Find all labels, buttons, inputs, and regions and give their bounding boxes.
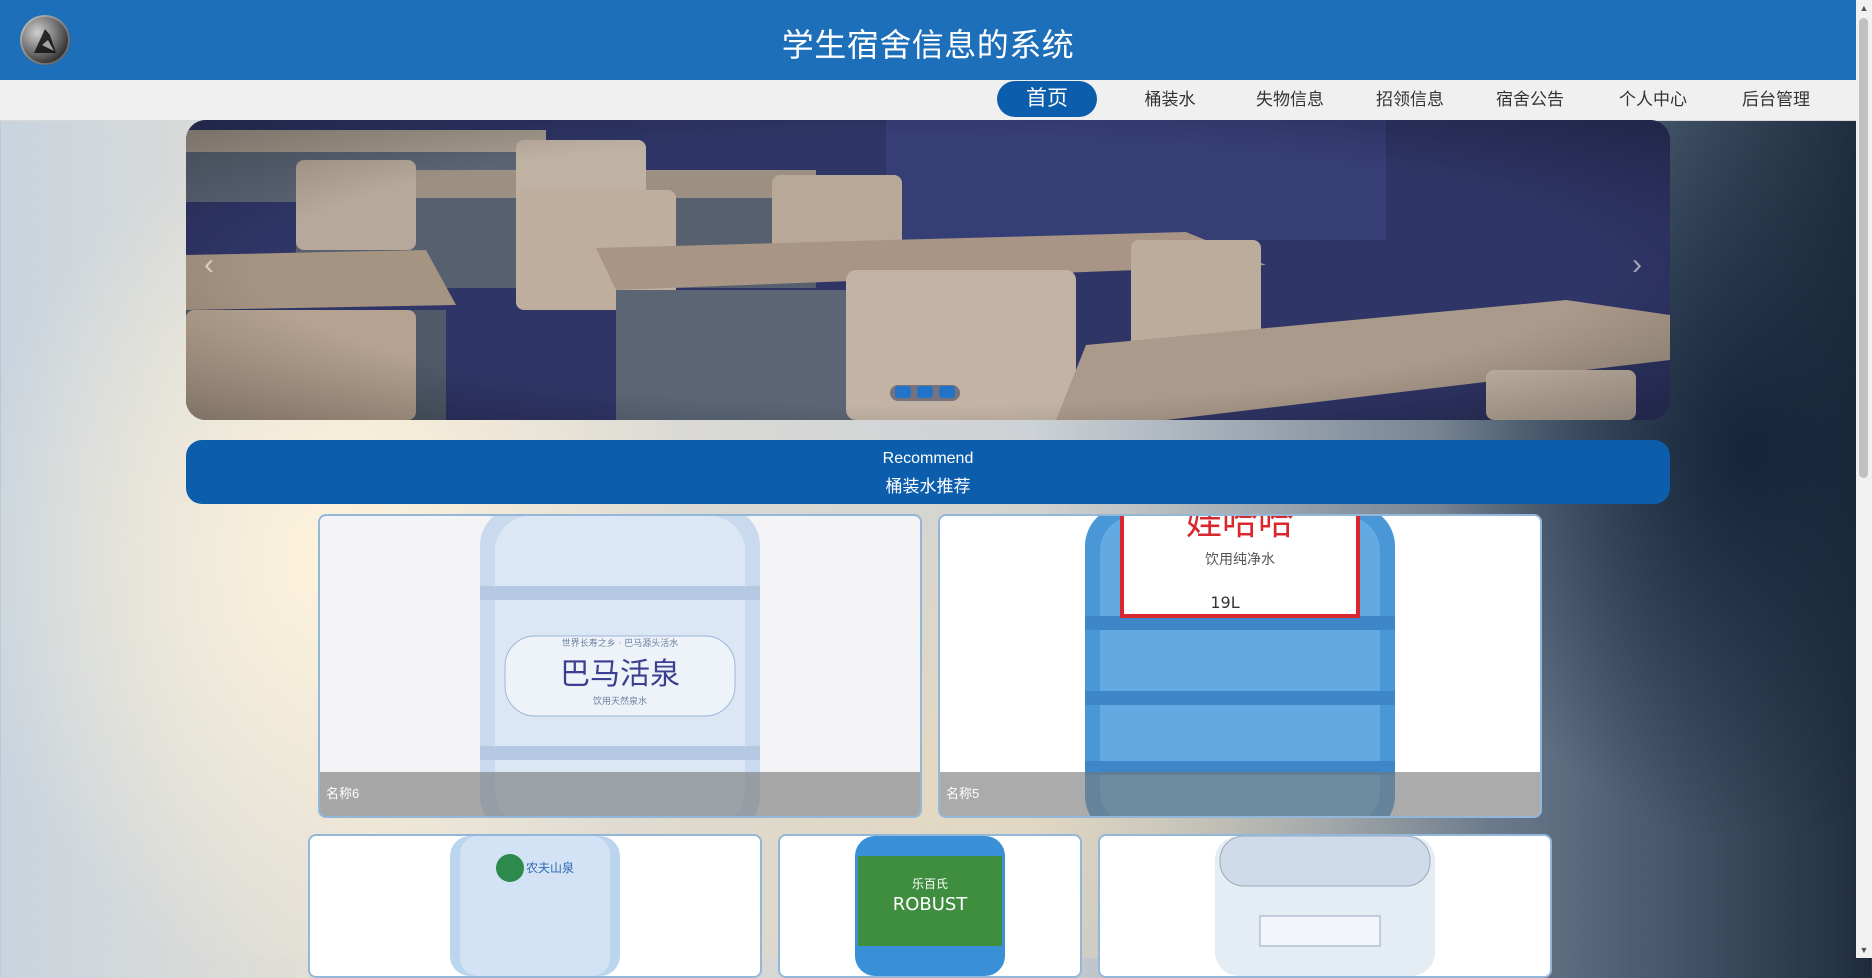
recommend-title-en: Recommend	[882, 450, 974, 467]
scroll-up-arrow-icon[interactable]: ▲	[1856, 0, 1872, 16]
nav-item-admin[interactable]: 后台管理	[1731, 80, 1821, 120]
nav-item-personal-center[interactable]: 个人中心	[1608, 80, 1698, 120]
banner-image	[186, 120, 1670, 420]
svg-text:ROBUST: ROBUST	[893, 894, 969, 915]
product-name: 名称6	[320, 772, 920, 816]
carousel-dot[interactable]	[939, 386, 955, 398]
product-image	[1215, 836, 1435, 976]
banner-carousel[interactable]: ‹ ›	[186, 120, 1670, 420]
chevron-left-icon[interactable]: ‹	[204, 248, 214, 282]
nav-item-lost-items[interactable]: 失物信息	[1245, 80, 1335, 120]
svg-text:饮用天然泉水: 饮用天然泉水	[593, 695, 647, 707]
svg-text:19L: 19L	[1210, 593, 1239, 612]
scroll-down-arrow-icon[interactable]: ▼	[1856, 942, 1872, 958]
site-title: 学生宿舍信息的系统	[781, 27, 1075, 63]
svg-text:乐百氏: 乐百氏	[912, 877, 948, 891]
svg-text:世界长寿之乡 · 巴马源头活水: 世界长寿之乡 · 巴马源头活水	[562, 637, 679, 649]
carousel-indicators	[890, 385, 960, 401]
product-image: 农夫山泉	[450, 836, 620, 976]
main-nav: 首页 桶装水 失物信息 招领信息 宿舍公告 个人中心 后台管理	[0, 80, 1856, 121]
svg-text:巴马活泉: 巴马活泉	[560, 657, 680, 692]
nav-item-dorm-notice[interactable]: 宿舍公告	[1485, 80, 1575, 120]
product-card[interactable]	[1098, 834, 1552, 978]
svg-text:农夫山泉: 农夫山泉	[526, 861, 574, 875]
carousel-dot[interactable]	[895, 386, 911, 398]
product-name: 名称5	[940, 772, 1540, 816]
carousel-dot[interactable]	[917, 386, 933, 398]
product-image: 娃哈哈 饮用纯净水 19L	[1085, 516, 1395, 816]
product-image: 乐百氏 ROBUST	[855, 836, 1005, 976]
product-card[interactable]: 农夫山泉	[308, 834, 762, 978]
recommend-section-header: Recommend 桶装水推荐	[186, 440, 1670, 504]
site-header: 学生宿舍信息的系统	[0, 0, 1856, 80]
scrollbar-thumb[interactable]	[1859, 18, 1868, 478]
svg-text:饮用纯净水: 饮用纯净水	[1205, 552, 1275, 568]
product-card[interactable]: 娃哈哈 饮用纯净水 19L 名称5	[938, 514, 1542, 818]
product-card[interactable]: 乐百氏 ROBUST	[778, 834, 1082, 978]
product-image: 巴马活泉 世界长寿之乡 · 巴马源头活水 饮用天然泉水	[480, 516, 760, 816]
nav-item-home[interactable]: 首页	[997, 81, 1097, 117]
chevron-right-icon[interactable]: ›	[1632, 248, 1642, 282]
recommend-title-cn: 桶装水推荐	[885, 477, 971, 496]
nav-item-found-items[interactable]: 招领信息	[1365, 80, 1455, 120]
page-scrollbar[interactable]: ▲ ▼	[1856, 0, 1872, 958]
svg-text:娃哈哈: 娃哈哈	[1186, 516, 1294, 543]
nav-item-bottled-water[interactable]: 桶装水	[1125, 80, 1215, 120]
product-card[interactable]: 巴马活泉 世界长寿之乡 · 巴马源头活水 饮用天然泉水 名称6	[318, 514, 922, 818]
